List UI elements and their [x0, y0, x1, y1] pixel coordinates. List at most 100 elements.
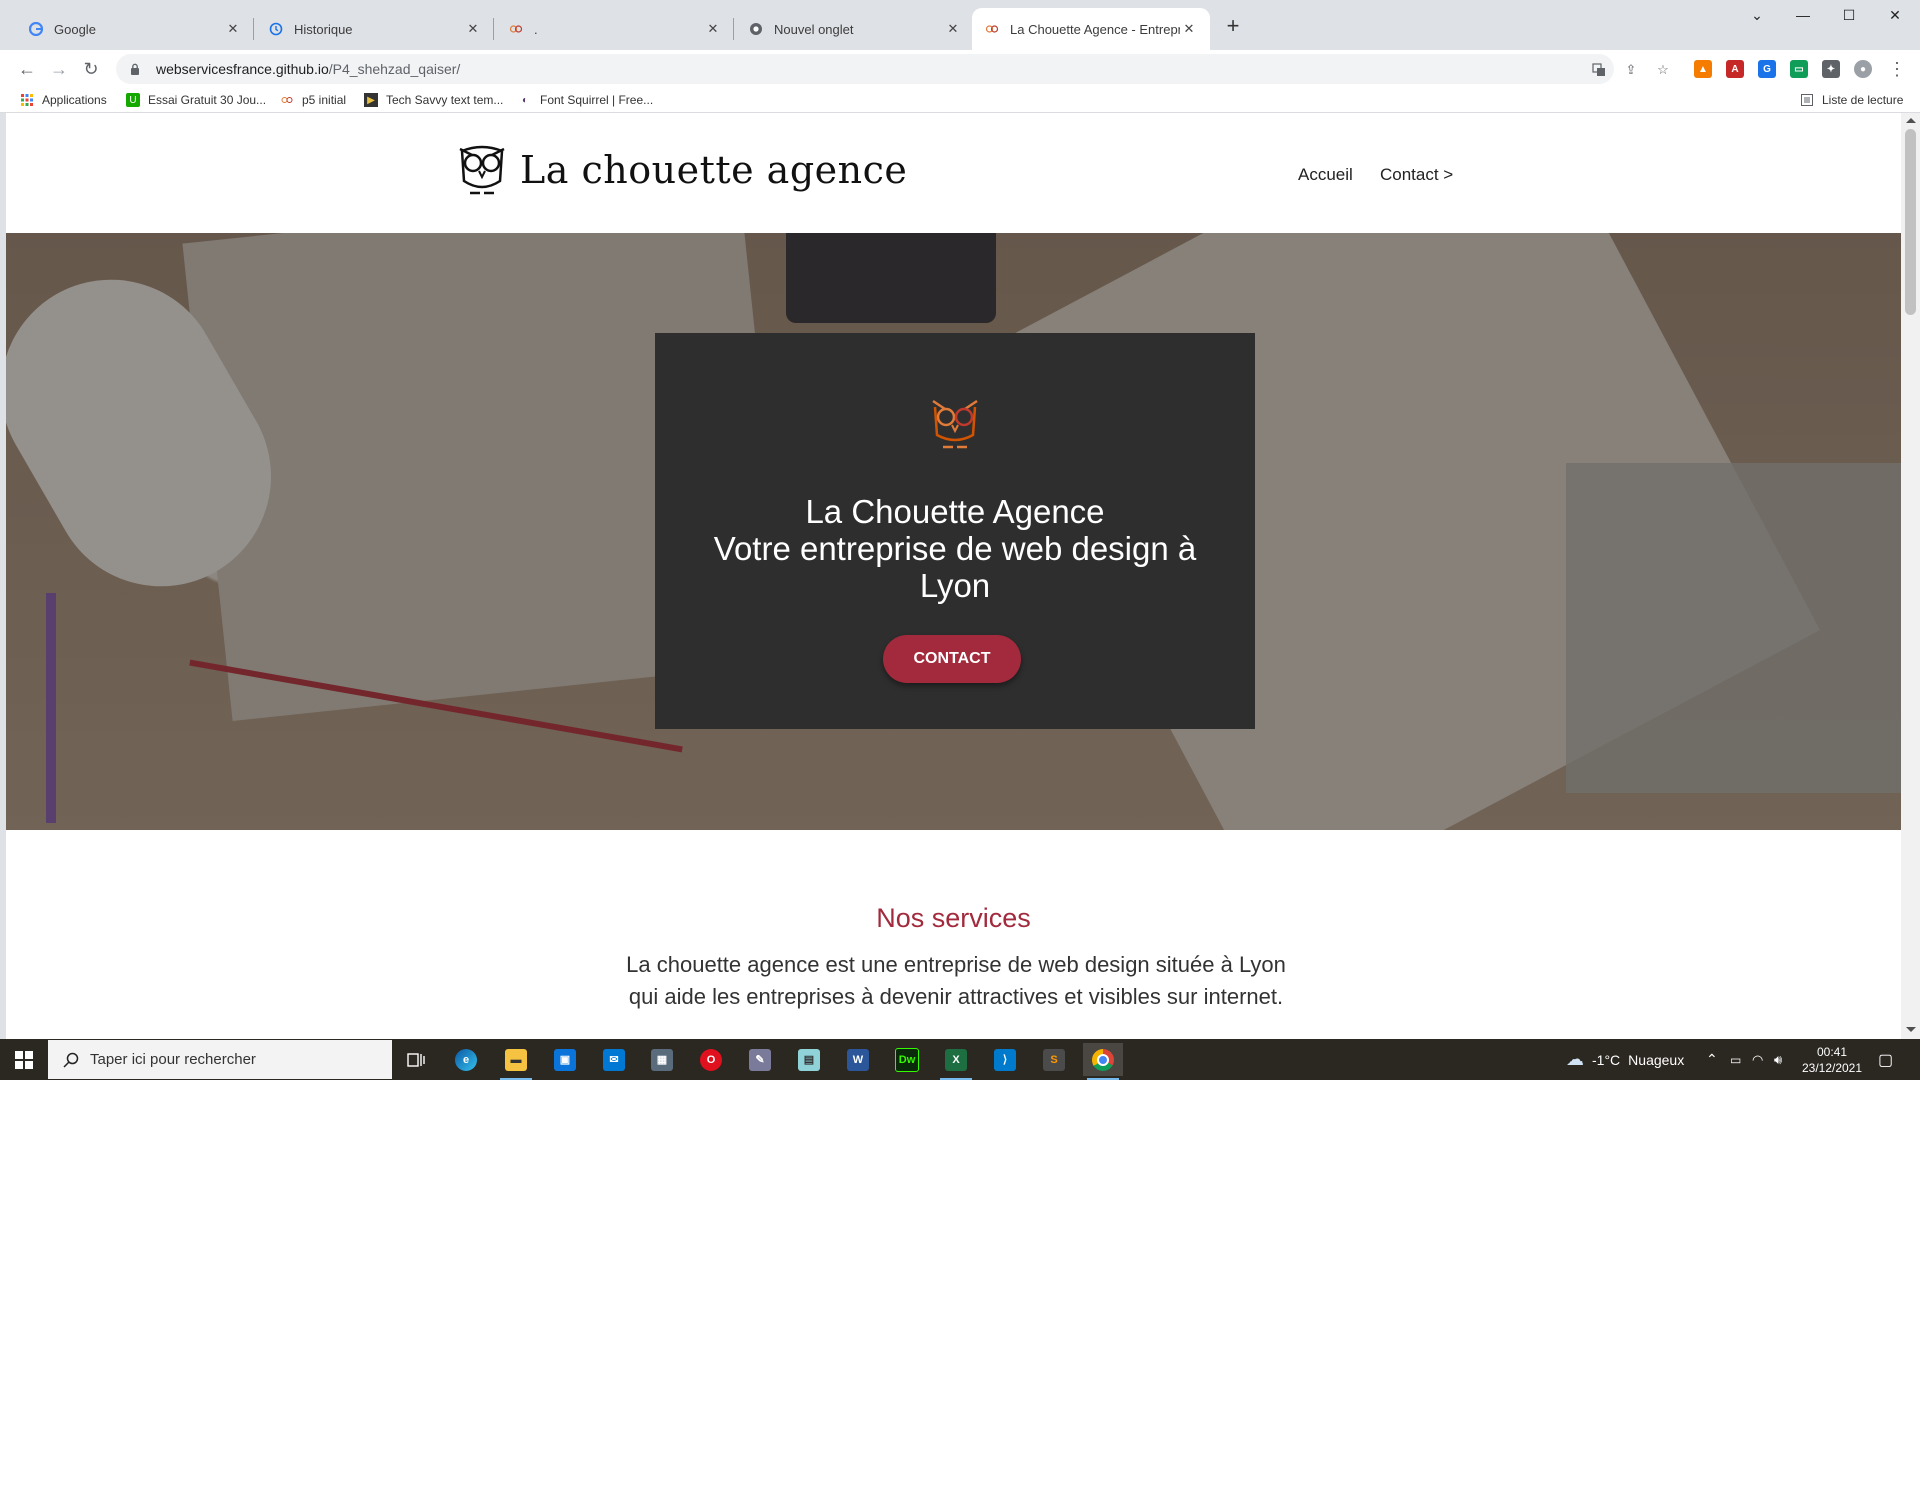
translate-icon[interactable]	[1590, 61, 1608, 79]
services-text: La chouette agence est une entreprise de…	[626, 952, 1286, 1009]
hero-title-line-1: La Chouette Agence	[805, 493, 1105, 530]
clock[interactable]: 00:41 23/12/2021	[1800, 1039, 1864, 1080]
meet-now-icon[interactable]: ▭	[1730, 1039, 1741, 1080]
minimize-icon[interactable]: —	[1780, 0, 1826, 30]
address-bar[interactable]: webservicesfrance.github.io/P4_shehzad_q…	[116, 54, 1669, 84]
apps-grid-icon	[20, 93, 34, 107]
reading-list-button[interactable]: Liste de lecture	[1800, 92, 1903, 108]
extension-fire-icon[interactable]: ▲	[1694, 60, 1712, 78]
cast-icon[interactable]: ▭	[1790, 60, 1808, 78]
file-explorer-icon[interactable]: ▬	[496, 1043, 536, 1080]
paint-icon[interactable]: ✎	[740, 1043, 780, 1076]
volume-icon[interactable]: 🔊︎	[1774, 1039, 1782, 1080]
tab-label: Google	[54, 21, 96, 37]
tab-nouvel-onglet[interactable]: Nouvel onglet ✕	[736, 8, 974, 50]
owl-hero-icon	[932, 399, 978, 449]
nav-contact[interactable]: Contact >	[1380, 165, 1453, 185]
tab-search-chevron-icon[interactable]: ⌄	[1734, 0, 1780, 30]
back-arrow-icon[interactable]: ←	[12, 54, 42, 84]
tab-historique[interactable]: Historique ✕	[256, 8, 494, 50]
url-path: /P4_shehzad_qaiser/	[328, 61, 461, 77]
maximize-icon[interactable]: ☐	[1826, 0, 1872, 30]
share-icon[interactable]: ⇪	[1622, 61, 1640, 79]
reload-icon[interactable]: ↻	[76, 54, 106, 84]
scroll-up-arrow-icon[interactable]	[1906, 118, 1916, 123]
mail-icon[interactable]: ✉	[594, 1043, 634, 1076]
squirrel-icon: ◐	[521, 94, 529, 106]
task-view-icon[interactable]	[396, 1043, 436, 1076]
acrobat-icon[interactable]: A	[1726, 60, 1744, 78]
sublime-icon[interactable]: S	[1034, 1043, 1074, 1076]
url-text[interactable]: webservicesfrance.github.io/P4_shehzad_q…	[156, 61, 460, 77]
history-icon	[268, 21, 284, 37]
forward-arrow-icon[interactable]: →	[44, 54, 74, 84]
chrome-taskbar-icon[interactable]	[1083, 1043, 1123, 1080]
screen: Google ✕ Historique ✕ . ✕ Nouvel onglet …	[0, 0, 1920, 1080]
chrome-icon	[748, 21, 764, 37]
clock-date: 23/12/2021	[1801, 1060, 1863, 1075]
close-icon[interactable]: ✕	[704, 21, 722, 37]
cloud-icon: ☁	[1566, 1049, 1584, 1069]
bookmark-applications[interactable]: Applications	[20, 92, 107, 108]
upwork-icon: U	[126, 93, 140, 107]
owl-favicon	[984, 21, 1000, 37]
bookmark-font-squirrel[interactable]: ◐ Font Squirrel | Free...	[518, 92, 653, 108]
tab-label: Historique	[294, 21, 353, 37]
bookmark-label: Essai Gratuit 30 Jou...	[148, 93, 267, 107]
google-translate-icon[interactable]: G	[1758, 60, 1776, 78]
excel-icon[interactable]: X	[936, 1043, 976, 1080]
search-input[interactable]: Taper ici pour rechercher	[90, 1051, 256, 1068]
reading-list-label: Liste de lecture	[1822, 93, 1904, 107]
site-logo[interactable]: La chouette agence	[456, 141, 907, 199]
start-button[interactable]	[0, 1039, 48, 1080]
calculator-icon[interactable]: ▦	[642, 1043, 682, 1076]
tab-owl-dot[interactable]: . ✕	[496, 8, 734, 50]
weather-widget[interactable]: ☁ -1°C Nuageux	[1566, 1039, 1684, 1080]
close-icon[interactable]: ✕	[464, 21, 482, 37]
opera-icon[interactable]: O	[691, 1043, 731, 1076]
tab-label: .	[534, 21, 538, 37]
reading-list-icon	[1800, 93, 1814, 107]
bookmark-label: Applications	[42, 93, 107, 107]
store-icon[interactable]: ▣	[545, 1043, 585, 1076]
web-page: La chouette agence Accueil Contact > La …	[6, 113, 1901, 1039]
nav-accueil[interactable]: Accueil	[1298, 165, 1353, 185]
bookmark-tech-savvy[interactable]: ▶ Tech Savvy text tem...	[364, 92, 503, 108]
bookmark-label: p5 initial	[302, 93, 347, 107]
lock-icon[interactable]	[128, 62, 142, 76]
logo-text: La chouette agence	[520, 148, 908, 192]
bookmark-essai-gratuit[interactable]: U Essai Gratuit 30 Jou...	[126, 92, 266, 108]
url-host: webservicesfrance.github.io	[156, 61, 329, 77]
search-icon	[62, 1051, 80, 1069]
windows-logo-icon	[15, 1050, 33, 1069]
page-scrollbar[interactable]	[1901, 113, 1920, 1039]
contact-button[interactable]: CONTACT	[883, 635, 1021, 683]
scroll-thumb[interactable]	[1905, 129, 1916, 315]
tab-google[interactable]: Google ✕	[16, 8, 254, 50]
tray-chevron-up-icon[interactable]: ⌃	[1706, 1039, 1718, 1080]
weather-temp: -1°C	[1592, 1051, 1621, 1068]
dreamweaver-icon[interactable]: Dw	[887, 1043, 927, 1076]
extensions-puzzle-icon[interactable]: ✦	[1822, 60, 1840, 78]
window-close-icon[interactable]: ✕	[1872, 0, 1918, 30]
kebab-menu-icon[interactable]: ⋮	[1882, 54, 1912, 84]
notification-icon[interactable]: ▢	[1878, 1039, 1893, 1080]
profile-avatar-icon[interactable]: ●	[1854, 60, 1872, 78]
bookmark-p5-initial[interactable]: p5 initial	[280, 92, 346, 108]
site-header: La chouette agence Accueil Contact >	[6, 113, 1901, 233]
tab-la-chouette-agence[interactable]: La Chouette Agence - Entreprise ✕	[972, 8, 1210, 50]
vscode-icon[interactable]: ⟩	[985, 1043, 1025, 1076]
word-icon[interactable]: W	[838, 1043, 878, 1076]
owl-favicon	[280, 93, 294, 107]
close-icon[interactable]: ✕	[224, 21, 242, 37]
new-tab-button[interactable]: +	[1221, 14, 1245, 38]
notes-icon[interactable]: ▤	[789, 1043, 829, 1076]
scroll-down-arrow-icon[interactable]	[1906, 1027, 1916, 1032]
edge-icon[interactable]: e	[446, 1043, 486, 1076]
owl-logo-icon	[459, 145, 505, 195]
star-icon[interactable]: ☆	[1654, 61, 1672, 79]
close-icon[interactable]: ✕	[1180, 21, 1198, 37]
close-icon[interactable]: ✕	[944, 21, 962, 37]
taskbar-search[interactable]: Taper ici pour rechercher	[48, 1040, 392, 1079]
wifi-icon[interactable]: ◠	[1752, 1039, 1763, 1080]
